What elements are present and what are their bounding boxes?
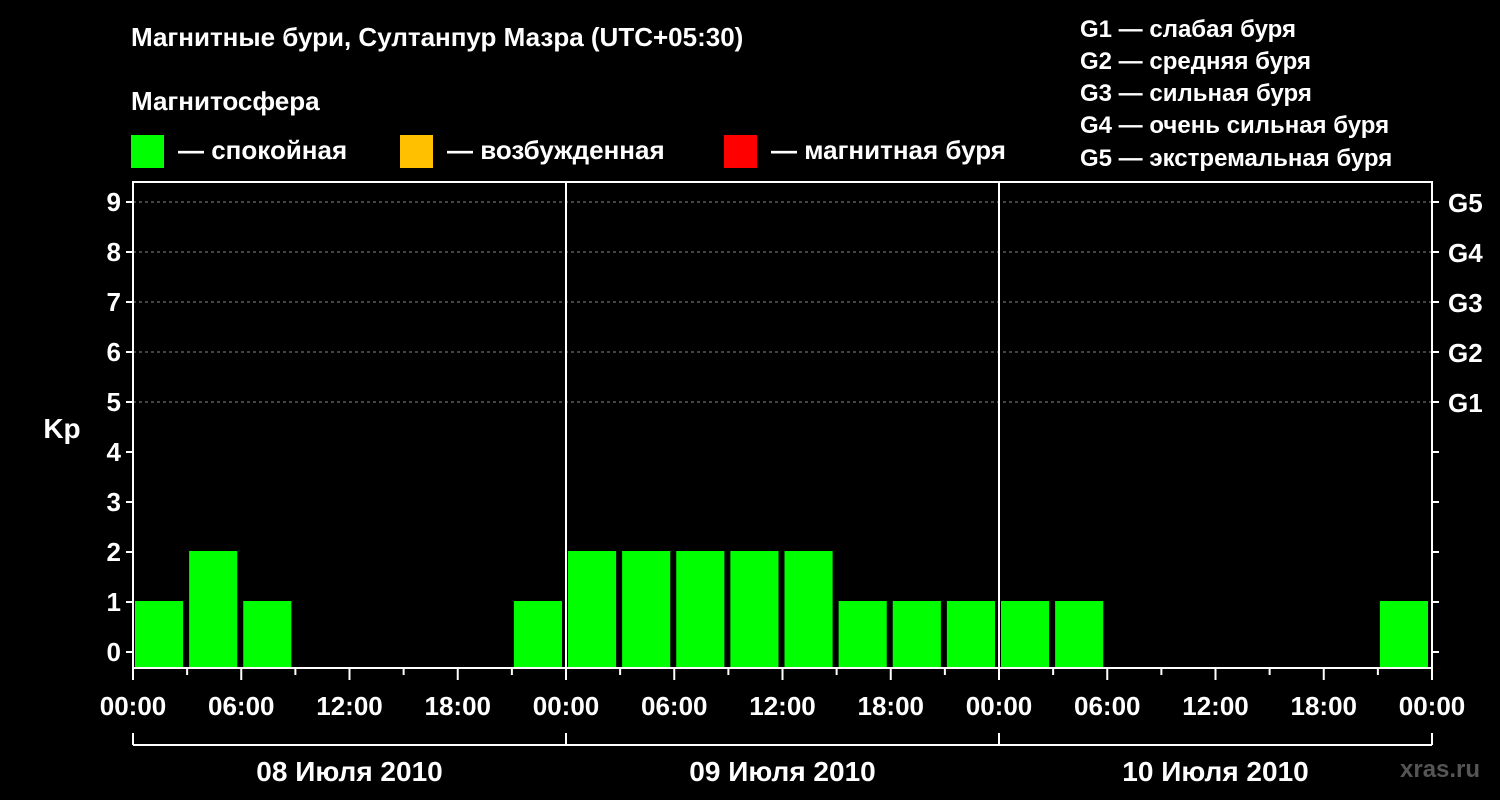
x-tick-label-4: 00:00 [533, 691, 600, 721]
kp-bar-10 [676, 551, 725, 668]
g-level-label-1: G2 [1448, 338, 1483, 368]
kp-bar-7 [513, 601, 562, 668]
x-tick-label-10: 12:00 [1182, 691, 1249, 721]
kp-bar-2 [243, 601, 292, 668]
g-level-label-4: G5 [1448, 188, 1483, 218]
kp-bar-8 [568, 551, 617, 668]
day-label-2: 10 Июля 2010 [1122, 756, 1308, 787]
x-tick-label-11: 18:00 [1291, 691, 1358, 721]
kp-bar-11 [730, 551, 779, 668]
y-tick-label-1: 1 [107, 587, 121, 617]
y-tick-label-9: 9 [107, 187, 121, 217]
watermark: xras.ru [1400, 756, 1481, 783]
x-tick-label-9: 06:00 [1074, 691, 1141, 721]
day-label-1: 09 Июля 2010 [689, 756, 875, 787]
x-tick-label-5: 06:00 [641, 691, 708, 721]
kp-bar-13 [838, 601, 887, 668]
y-tick-label-3: 3 [107, 487, 121, 517]
plot-frame [132, 181, 1433, 669]
x-tick-label-6: 12:00 [749, 691, 816, 721]
day-label-0: 08 Июля 2010 [256, 756, 442, 787]
y-axis-label: Kp [43, 413, 80, 444]
x-tick-label-0: 00:00 [100, 691, 167, 721]
y-tick-label-7: 7 [107, 287, 121, 317]
kp-bar-12 [784, 551, 833, 668]
kp-bar-chart: 0 1 2 3 4 5 6 7 8 9 Kp G1 G2 G3 G4 G5 00:00 06:00 12:00 18:… [43, 181, 1483, 787]
kp-bar-14 [892, 601, 941, 668]
x-tick-label-3: 18:00 [425, 691, 492, 721]
g-level-label-0: G1 [1448, 388, 1483, 418]
y-tick-label-4: 4 [107, 437, 122, 467]
g-level-label-2: G3 [1448, 288, 1483, 318]
y-tick-label-0: 0 [107, 637, 121, 667]
x-tick-label-7: 18:00 [858, 691, 925, 721]
kp-bar-17 [1055, 601, 1104, 668]
kp-bar-9 [622, 551, 671, 668]
kp-bar-15 [946, 601, 995, 668]
kp-bar-16 [1001, 601, 1050, 668]
y-tick-label-6: 6 [107, 337, 121, 367]
x-tick-label-8: 00:00 [966, 691, 1033, 721]
kp-bar-0 [135, 601, 184, 668]
y-tick-label-2: 2 [107, 537, 121, 567]
x-tick-label-1: 06:00 [208, 691, 275, 721]
kp-bar-23 [1379, 601, 1428, 668]
y-tick-label-8: 8 [107, 237, 121, 267]
kp-bar-1 [189, 551, 238, 668]
g-level-label-3: G4 [1448, 238, 1483, 268]
x-tick-label-12: 00:00 [1399, 691, 1466, 721]
x-tick-label-2: 12:00 [316, 691, 383, 721]
y-tick-label-5: 5 [107, 387, 121, 417]
